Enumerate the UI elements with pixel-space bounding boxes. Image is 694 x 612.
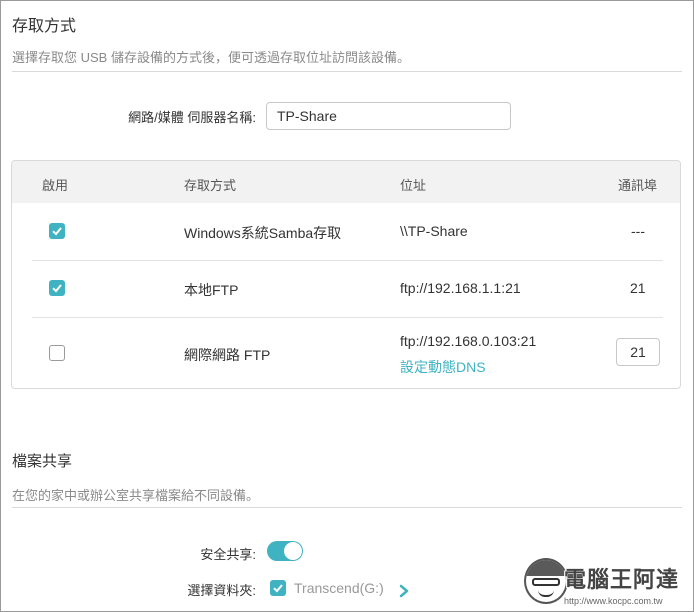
row-divider xyxy=(32,317,663,318)
enable-checkbox-samba[interactable] xyxy=(49,223,65,239)
check-icon xyxy=(52,284,62,293)
folder-name: Transcend(G:) xyxy=(294,580,384,596)
chevron-right-icon[interactable] xyxy=(397,584,411,598)
sharing-section-description: 在您的家中或辦公室共享檔案給不同設備。 xyxy=(12,488,260,503)
folder-select-label: 選擇資料夾: xyxy=(187,583,256,598)
header-port: 通訊埠 xyxy=(618,178,658,193)
enable-checkbox-internet-ftp[interactable] xyxy=(49,345,65,361)
access-section-title: 存取方式 xyxy=(12,18,77,35)
check-icon xyxy=(52,227,62,236)
address-samba: \\TP-Share xyxy=(400,223,468,239)
check-icon xyxy=(273,584,283,593)
enable-checkbox-local-ftp[interactable] xyxy=(49,280,65,296)
header-address: 位址 xyxy=(400,178,427,193)
port-internet-ftp-input[interactable] xyxy=(616,338,660,366)
access-divider xyxy=(12,71,682,72)
header-enable: 啟用 xyxy=(42,178,69,193)
watermark-url: http://www.kocpc.com.tw xyxy=(564,596,663,606)
access-table: 啟用 存取方式 位址 通訊埠 Windows系統Samba存取 \\TP-Sha… xyxy=(11,160,681,389)
secure-sharing-label: 安全共享: xyxy=(200,547,256,562)
method-local-ftp: 本地FTP xyxy=(184,282,239,298)
port-samba: --- xyxy=(631,223,645,239)
access-section-description: 選擇存取您 USB 儲存設備的方式後，便可透過存取位址訪問該設備。 xyxy=(12,50,410,65)
secure-sharing-toggle[interactable] xyxy=(267,541,303,561)
port-local-ftp: 21 xyxy=(630,280,646,296)
server-name-label: 網路/媒體 伺服器名稱: xyxy=(128,110,256,125)
header-method: 存取方式 xyxy=(184,178,237,193)
address-local-ftp: ftp://192.168.1.1:21 xyxy=(400,280,521,296)
toggle-knob xyxy=(284,542,302,560)
mascot-face-icon xyxy=(524,558,568,604)
method-samba: Windows系統Samba存取 xyxy=(184,225,342,241)
method-internet-ftp: 網際網路 FTP xyxy=(184,347,271,363)
ddns-settings-link[interactable]: 設定動態DNS xyxy=(400,357,486,377)
address-internet-ftp: ftp://192.168.0.103:21 xyxy=(400,333,537,349)
table-header: 啟用 存取方式 位址 通訊埠 xyxy=(12,161,680,203)
folder-checkbox[interactable] xyxy=(270,580,286,596)
row-divider xyxy=(32,260,663,261)
sharing-divider xyxy=(12,507,682,508)
watermark-logo: 電腦王阿達 http://www.kocpc.com.tw xyxy=(524,556,688,610)
sharing-section-title: 檔案共享 xyxy=(12,453,73,470)
watermark-title: 電腦王阿達 xyxy=(564,567,680,592)
server-name-input[interactable] xyxy=(266,102,511,130)
